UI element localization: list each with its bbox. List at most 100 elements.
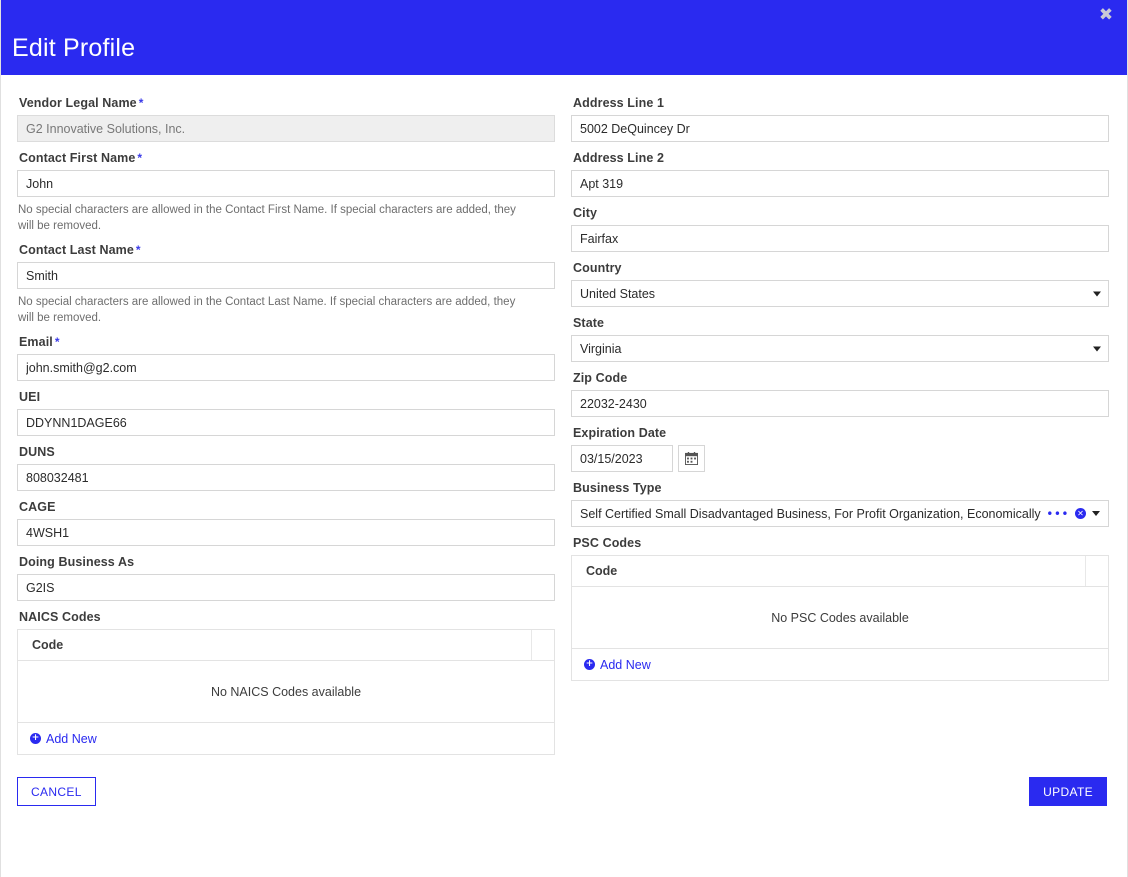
field-city: City (571, 206, 1109, 252)
label-email: Email * (19, 335, 555, 349)
country-select[interactable] (571, 280, 1109, 307)
contact-last-name-hint: No special characters are allowed in the… (18, 296, 516, 324)
chevron-down-icon[interactable] (1092, 511, 1100, 516)
psc-table-footer: + Add New (572, 649, 1108, 680)
naics-empty-message: No NAICS Codes available (18, 661, 554, 724)
cage-input[interactable] (17, 519, 555, 547)
duns-input[interactable] (17, 464, 555, 492)
column-header-code: Code (18, 630, 532, 661)
label-cage: CAGE (19, 500, 555, 514)
business-type-multiselect[interactable]: Self Certified Small Disadvantaged Busin… (571, 500, 1109, 527)
vendor-legal-name-input (17, 115, 555, 142)
label-text: State (573, 316, 605, 330)
update-button[interactable]: UPDATE (1029, 777, 1107, 807)
naics-table-footer: + Add New (18, 723, 554, 754)
right-column: Address Line 1 Address Line 2 City Count… (571, 87, 1109, 755)
label-text: UEI (19, 390, 41, 405)
country-select-wrap (571, 280, 1109, 307)
page-title: Edit Profile (12, 34, 136, 62)
label-text: Business Type (573, 481, 662, 495)
zip-code-input[interactable] (571, 390, 1109, 417)
calendar-picker-button[interactable] (678, 445, 705, 472)
required-asterisk: * (54, 335, 60, 350)
field-contact-last-name: Contact Last Name* No special characters… (17, 243, 555, 326)
expiration-date-input[interactable] (571, 445, 673, 472)
field-expiration-date: Expiration Date (571, 426, 1109, 472)
city-input[interactable] (571, 225, 1109, 252)
label-business-type: Business Type (573, 481, 1109, 495)
label-text: DUNS (19, 445, 55, 460)
label-text: PSC Codes (573, 536, 642, 550)
field-state: State (571, 316, 1109, 362)
field-doing-business-as: Doing Business As (17, 555, 555, 602)
modal-footer: CANCEL UPDATE (1, 755, 1127, 807)
label-state: State (573, 316, 1109, 330)
contact-first-name-input[interactable] (17, 170, 555, 197)
state-select[interactable] (571, 335, 1109, 362)
label-country: Country (573, 261, 1109, 275)
label-text: Contact Last Name (19, 243, 134, 258)
contact-last-name-input[interactable] (17, 262, 555, 290)
clear-circle-icon[interactable]: ✕ (1075, 508, 1086, 519)
state-select-wrap (571, 335, 1109, 362)
field-duns: DUNS (17, 445, 555, 492)
field-naics-codes: NAICS Codes Code No NAICS Codes availabl… (17, 610, 555, 756)
label-zip-code: Zip Code (573, 371, 1109, 385)
address-line-2-input[interactable] (571, 170, 1109, 197)
column-header-actions (1086, 556, 1108, 586)
label-text: Address Line 1 (573, 96, 665, 110)
doing-business-as-input[interactable] (17, 574, 555, 602)
edit-profile-modal: Edit Profile ✖ Vendor Legal Name* Contac… (0, 0, 1128, 877)
field-zip-code: Zip Code (571, 371, 1109, 417)
label-naics-codes: NAICS Codes (19, 610, 555, 624)
field-uei: UEI (17, 390, 555, 437)
field-email: Email * (17, 335, 555, 382)
add-new-label: Add New (600, 657, 651, 672)
table-header-row: Code (18, 630, 554, 662)
expiration-date-row (571, 445, 1109, 472)
field-cage: CAGE (17, 500, 555, 547)
label-psc-codes: PSC Codes (573, 536, 1109, 550)
ellipsis-icon[interactable]: ••• (1046, 508, 1069, 520)
label-text: Doing Business As (19, 555, 135, 570)
business-type-value: Self Certified Small Disadvantaged Busin… (580, 506, 1042, 521)
uei-input[interactable] (17, 409, 555, 437)
label-text: NAICS Codes (19, 610, 101, 625)
address-line-1-input[interactable] (571, 115, 1109, 142)
plus-circle-icon: + (584, 659, 595, 670)
label-contact-last-name: Contact Last Name * (19, 243, 555, 257)
left-column: Vendor Legal Name* Contact First Name* N… (17, 87, 555, 756)
field-psc-codes: PSC Codes Code No PSC Codes available + … (571, 536, 1109, 681)
field-contact-first-name: Contact First Name* No special character… (17, 151, 555, 234)
label-text: Address Line 2 (573, 151, 665, 165)
naics-codes-table: Code No NAICS Codes available + Add New (17, 629, 555, 756)
field-address-line-1: Address Line 1 (571, 96, 1109, 142)
add-new-naics-button[interactable]: + Add New (30, 732, 97, 746)
required-asterisk: * (135, 243, 141, 258)
label-address-line-2: Address Line 2 (573, 151, 1109, 165)
email-field[interactable] (17, 354, 555, 382)
label-text: CAGE (19, 500, 56, 515)
label-text: City (573, 206, 598, 220)
plus-circle-icon: + (30, 733, 41, 745)
required-asterisk: * (138, 96, 144, 110)
contact-first-name-hint: No special characters are allowed in the… (18, 204, 516, 232)
add-new-psc-button[interactable]: + Add New (584, 658, 651, 672)
psc-codes-table: Code No PSC Codes available + Add New (571, 555, 1109, 681)
field-vendor-legal-name: Vendor Legal Name * (17, 96, 555, 142)
add-new-label: Add New (46, 731, 97, 746)
label-address-line-1: Address Line 1 (573, 96, 1109, 110)
label-expiration-date: Expiration Date (573, 426, 1109, 440)
label-text: Contact First Name (19, 151, 136, 165)
label-contact-first-name: Contact First Name * (19, 151, 555, 165)
label-duns: DUNS (19, 445, 555, 459)
close-icon[interactable]: ✖ (1095, 4, 1117, 26)
label-vendor-legal-name: Vendor Legal Name * (19, 96, 555, 110)
label-city: City (573, 206, 1109, 220)
required-asterisk: * (137, 151, 143, 165)
cancel-button[interactable]: CANCEL (17, 777, 96, 807)
field-business-type: Business Type Self Certified Small Disad… (571, 481, 1109, 527)
modal-header: Edit Profile ✖ (1, 0, 1127, 75)
field-address-line-2: Address Line 2 (571, 151, 1109, 197)
field-country: Country (571, 261, 1109, 307)
